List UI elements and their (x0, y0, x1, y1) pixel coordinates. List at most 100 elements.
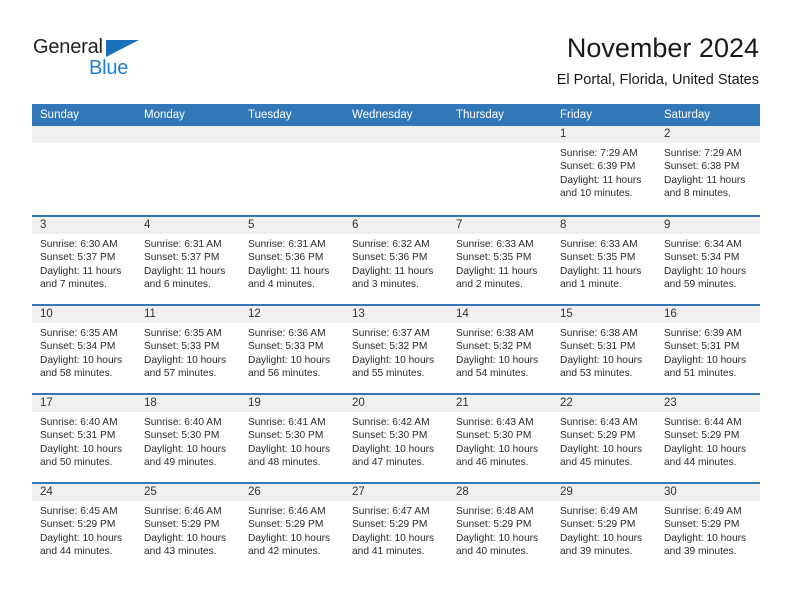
day-number: 1 (552, 126, 656, 143)
sunset-text: Sunset: 5:29 PM (456, 519, 532, 531)
calendar-day-cell[interactable]: 27 Sunrise: 6:47 AM Sunset: 5:29 PM Dayl… (344, 484, 448, 571)
sunset-text: Sunset: 5:36 PM (248, 252, 324, 264)
day-number: 11 (136, 306, 240, 323)
sunset-text: Sunset: 5:29 PM (144, 519, 220, 531)
calendar-day-cell[interactable]: 28 Sunrise: 6:48 AM Sunset: 5:29 PM Dayl… (448, 484, 552, 571)
calendar-day-cell[interactable]: 16 Sunrise: 6:39 AM Sunset: 5:31 PM Dayl… (656, 306, 760, 393)
calendar-day-cell[interactable]: 4 Sunrise: 6:31 AM Sunset: 5:37 PM Dayli… (136, 217, 240, 304)
weekday-header-saturday: Saturday (664, 109, 711, 121)
calendar-day-cell[interactable]: 13 Sunrise: 6:37 AM Sunset: 5:32 PM Dayl… (344, 306, 448, 393)
sunrise-text: Sunrise: 7:29 AM (560, 148, 638, 159)
calendar-day-cell[interactable]: 23 Sunrise: 6:44 AM Sunset: 5:29 PM Dayl… (656, 395, 760, 482)
sunset-text: Sunset: 5:30 PM (248, 430, 324, 442)
calendar-day-cell[interactable]: 17 Sunrise: 6:40 AM Sunset: 5:31 PM Dayl… (32, 395, 136, 482)
calendar-day-cell[interactable]: 22 Sunrise: 6:43 AM Sunset: 5:29 PM Dayl… (552, 395, 656, 482)
daylight-text: Daylight: 11 hours and 1 minute. (560, 265, 642, 290)
day-number: 17 (32, 395, 136, 412)
weekday-header-row: Sunday Monday Tuesday Wednesday Thursday… (32, 104, 760, 126)
weekday-header-friday: Friday (560, 109, 592, 121)
calendar-day-cell[interactable]: 25 Sunrise: 6:46 AM Sunset: 5:29 PM Dayl… (136, 484, 240, 571)
day-number: 7 (448, 217, 552, 234)
daylight-text: Daylight: 10 hours and 49 minutes. (144, 443, 227, 468)
calendar-day-cell[interactable]: 15 Sunrise: 6:38 AM Sunset: 5:31 PM Dayl… (552, 306, 656, 393)
daylight-text: Daylight: 10 hours and 44 minutes. (40, 532, 123, 557)
sunrise-text: Sunrise: 6:31 AM (144, 239, 222, 250)
daylight-text: Daylight: 11 hours and 2 minutes. (456, 265, 538, 290)
day-info: Sunrise: 6:46 AM Sunset: 5:29 PM Dayligh… (240, 501, 344, 558)
day-info: Sunrise: 6:43 AM Sunset: 5:29 PM Dayligh… (552, 412, 656, 469)
daylight-text: Daylight: 10 hours and 54 minutes. (456, 354, 539, 379)
sunrise-text: Sunrise: 6:34 AM (664, 239, 742, 250)
calendar-day-cell[interactable]: 20 Sunrise: 6:42 AM Sunset: 5:30 PM Dayl… (344, 395, 448, 482)
day-number: 23 (656, 395, 760, 412)
day-info: Sunrise: 6:47 AM Sunset: 5:29 PM Dayligh… (344, 501, 448, 558)
sunrise-text: Sunrise: 6:47 AM (352, 506, 430, 517)
day-number: 30 (656, 484, 760, 501)
daylight-text: Daylight: 10 hours and 48 minutes. (248, 443, 331, 468)
calendar-day-cell[interactable]: 9 Sunrise: 6:34 AM Sunset: 5:34 PM Dayli… (656, 217, 760, 304)
day-number: 2 (656, 126, 760, 143)
sunrise-text: Sunrise: 6:46 AM (248, 506, 326, 517)
calendar-day-cell[interactable]: 6 Sunrise: 6:32 AM Sunset: 5:36 PM Dayli… (344, 217, 448, 304)
sunset-text: Sunset: 5:35 PM (560, 252, 636, 264)
calendar-day-cell[interactable] (448, 126, 552, 215)
calendar-day-cell[interactable]: 8 Sunrise: 6:33 AM Sunset: 5:35 PM Dayli… (552, 217, 656, 304)
calendar-day-cell[interactable]: 18 Sunrise: 6:40 AM Sunset: 5:30 PM Dayl… (136, 395, 240, 482)
day-info: Sunrise: 6:37 AM Sunset: 5:32 PM Dayligh… (344, 323, 448, 380)
day-info: Sunrise: 6:43 AM Sunset: 5:30 PM Dayligh… (448, 412, 552, 469)
sunset-text: Sunset: 5:31 PM (40, 430, 116, 442)
calendar-day-cell[interactable]: 24 Sunrise: 6:45 AM Sunset: 5:29 PM Dayl… (32, 484, 136, 571)
sunrise-text: Sunrise: 6:32 AM (352, 239, 430, 250)
generalblue-logo[interactable]: General Blue (33, 36, 163, 82)
day-info: Sunrise: 6:31 AM Sunset: 5:36 PM Dayligh… (240, 234, 344, 291)
calendar-grid: Sunday Monday Tuesday Wednesday Thursday… (32, 104, 760, 571)
weekday-header-tuesday: Tuesday (248, 109, 292, 121)
calendar-day-cell[interactable]: 1 Sunrise: 7:29 AM Sunset: 6:39 PM Dayli… (552, 126, 656, 215)
daylight-text: Daylight: 10 hours and 50 minutes. (40, 443, 123, 468)
daylight-text: Daylight: 10 hours and 58 minutes. (40, 354, 123, 379)
calendar-day-cell[interactable] (32, 126, 136, 215)
calendar-day-cell[interactable]: 3 Sunrise: 6:30 AM Sunset: 5:37 PM Dayli… (32, 217, 136, 304)
calendar-day-cell[interactable]: 19 Sunrise: 6:41 AM Sunset: 5:30 PM Dayl… (240, 395, 344, 482)
day-info: Sunrise: 6:38 AM Sunset: 5:32 PM Dayligh… (448, 323, 552, 380)
sunrise-text: Sunrise: 6:38 AM (456, 328, 534, 339)
sunset-text: Sunset: 6:39 PM (560, 161, 636, 173)
calendar-day-cell[interactable]: 10 Sunrise: 6:35 AM Sunset: 5:34 PM Dayl… (32, 306, 136, 393)
calendar-day-cell[interactable]: 5 Sunrise: 6:31 AM Sunset: 5:36 PM Dayli… (240, 217, 344, 304)
calendar-day-cell[interactable]: 12 Sunrise: 6:36 AM Sunset: 5:33 PM Dayl… (240, 306, 344, 393)
day-info: Sunrise: 6:38 AM Sunset: 5:31 PM Dayligh… (552, 323, 656, 380)
calendar-day-cell[interactable] (344, 126, 448, 215)
calendar-week-row: 3 Sunrise: 6:30 AM Sunset: 5:37 PM Dayli… (32, 215, 760, 304)
day-number: 22 (552, 395, 656, 412)
day-number: 21 (448, 395, 552, 412)
day-number: 3 (32, 217, 136, 234)
daylight-text: Daylight: 11 hours and 3 minutes. (352, 265, 434, 290)
day-number: 16 (656, 306, 760, 323)
sunrise-text: Sunrise: 6:37 AM (352, 328, 430, 339)
calendar-day-cell[interactable]: 26 Sunrise: 6:46 AM Sunset: 5:29 PM Dayl… (240, 484, 344, 571)
page-title: November 2024 (566, 33, 759, 63)
day-info: Sunrise: 6:32 AM Sunset: 5:36 PM Dayligh… (344, 234, 448, 291)
calendar-day-cell[interactable]: 11 Sunrise: 6:35 AM Sunset: 5:33 PM Dayl… (136, 306, 240, 393)
sunset-text: Sunset: 5:37 PM (40, 252, 116, 264)
day-info: Sunrise: 6:35 AM Sunset: 5:34 PM Dayligh… (32, 323, 136, 380)
calendar-day-cell[interactable]: 7 Sunrise: 6:33 AM Sunset: 5:35 PM Dayli… (448, 217, 552, 304)
sunrise-text: Sunrise: 6:45 AM (40, 506, 118, 517)
sunrise-text: Sunrise: 6:42 AM (352, 417, 430, 428)
calendar-day-cell[interactable] (136, 126, 240, 215)
calendar-day-cell[interactable]: 21 Sunrise: 6:43 AM Sunset: 5:30 PM Dayl… (448, 395, 552, 482)
sunset-text: Sunset: 5:29 PM (40, 519, 116, 531)
day-number (136, 126, 240, 143)
sunset-text: Sunset: 5:37 PM (144, 252, 220, 264)
sunrise-text: Sunrise: 6:49 AM (664, 506, 742, 517)
calendar-day-cell[interactable] (240, 126, 344, 215)
calendar-day-cell[interactable]: 29 Sunrise: 6:49 AM Sunset: 5:29 PM Dayl… (552, 484, 656, 571)
calendar-day-cell[interactable]: 30 Sunrise: 6:49 AM Sunset: 5:29 PM Dayl… (656, 484, 760, 571)
sunset-text: Sunset: 5:35 PM (456, 252, 532, 264)
sunrise-text: Sunrise: 6:48 AM (456, 506, 534, 517)
sunset-text: Sunset: 5:31 PM (560, 341, 636, 353)
calendar-day-cell[interactable]: 2 Sunrise: 7:29 AM Sunset: 6:38 PM Dayli… (656, 126, 760, 215)
day-number: 14 (448, 306, 552, 323)
calendar-day-cell[interactable]: 14 Sunrise: 6:38 AM Sunset: 5:32 PM Dayl… (448, 306, 552, 393)
day-info: Sunrise: 6:46 AM Sunset: 5:29 PM Dayligh… (136, 501, 240, 558)
